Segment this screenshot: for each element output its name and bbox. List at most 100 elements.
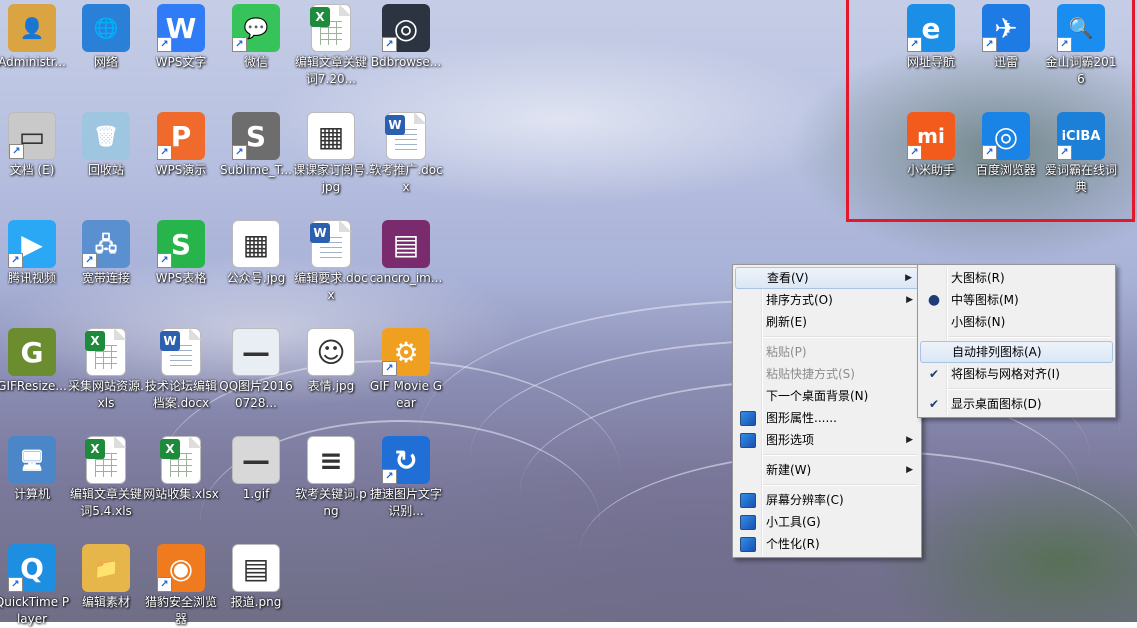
- desktop-icon[interactable]: 🗑 回收站: [68, 108, 144, 179]
- desktop-icon[interactable]: W 软考推广.docx: [368, 108, 444, 196]
- context-menu-item[interactable]: 刷新(E): [735, 311, 919, 333]
- desktop-icon[interactable]: ▦ 公众号.jpg: [218, 216, 294, 287]
- desktop-icon-label: 课课家订阅号.jpg: [293, 163, 369, 194]
- context-menu-item[interactable]: 粘贴(P): [735, 341, 919, 363]
- excel-file-icon: X: [85, 328, 126, 376]
- graphics-options-icon: [740, 433, 756, 448]
- desktop-icon-label: 公众号.jpg: [226, 271, 286, 285]
- checkmark-icon: ✔: [928, 397, 940, 411]
- desktop-icon-label: 网络: [93, 55, 118, 69]
- context-menu-item[interactable]: 图形选项 ▶: [735, 429, 919, 451]
- context-menu-item[interactable]: 个性化(R): [735, 533, 919, 555]
- desktop-icon[interactable]: 💬 ↗ 微信: [218, 0, 294, 71]
- context-menu-label: 小工具(G): [766, 515, 821, 529]
- desktop-icon[interactable]: S ↗ WPS表格: [143, 216, 219, 287]
- desktop-icon[interactable]: X 编辑文章关键词5.4.xls: [68, 432, 144, 520]
- qr-image-icon: ▦: [307, 112, 355, 160]
- context-menu-label: 个性化(R): [766, 537, 820, 551]
- folder-icon: 📁: [82, 544, 130, 592]
- word-file-icon: W: [310, 220, 351, 268]
- desktop-icon-label: 文档 (E): [9, 163, 55, 177]
- desktop-icon[interactable]: ◎ ↗ Bdbrowse...: [368, 0, 444, 71]
- desktop-icon-label: 编辑素材: [81, 595, 130, 609]
- context-menu-item[interactable]: 粘贴快捷方式(S): [735, 363, 919, 385]
- desktop-icon-label: Bdbrowse...: [370, 55, 442, 69]
- desktop-icon[interactable]: W 编辑要求.docx: [293, 216, 369, 304]
- view-submenu-item[interactable]: ● 中等图标(M): [920, 289, 1113, 311]
- desktop-icon[interactable]: G GIFResize...: [0, 324, 70, 395]
- submenu-arrow-icon: ▶: [905, 273, 912, 283]
- desktop-icon[interactable]: — QQ图片20160728...: [218, 324, 294, 412]
- desktop-icon-label: 1.gif: [242, 487, 270, 501]
- gif-file-icon: —: [232, 436, 280, 484]
- desktop-icon[interactable]: e ↗ 网址导航: [893, 0, 969, 71]
- desktop-icon[interactable]: X 编辑文章关键词7.20...: [293, 0, 369, 88]
- shortcut-arrow-icon: ↗: [232, 37, 247, 52]
- desktop-icon-label: 回收站: [87, 163, 124, 177]
- desktop-icon[interactable]: ☺ 表情.jpg: [293, 324, 369, 395]
- context-menu-item[interactable]: 小工具(G): [735, 511, 919, 533]
- desktop-icon[interactable]: ⚙ ↗ GIF Movie Gear: [368, 324, 444, 412]
- desktop-icon[interactable]: ▦ 课课家订阅号.jpg: [293, 108, 369, 196]
- desktop-icon-label: 金山词霸2016: [1045, 55, 1117, 86]
- desktop-icon[interactable]: ▶ ↗ 腾讯视频: [0, 216, 70, 287]
- wps-presentation-icon: P ↗: [157, 112, 205, 160]
- desktop-icon[interactable]: — 1.gif: [218, 432, 294, 503]
- desktop-icon[interactable]: iCIBA ↗ 爱词霸在线词典: [1043, 108, 1119, 196]
- desktop-icon[interactable]: X 采集网站资源.xls: [68, 324, 144, 412]
- context-menu-item[interactable]: 下一个桌面背景(N): [735, 385, 919, 407]
- desktop-icon[interactable]: ✈ ↗ 迅雷: [968, 0, 1044, 71]
- context-menu-item[interactable]: 新建(W) ▶: [735, 459, 919, 481]
- view-submenu-label: 自动排列图标(A): [952, 345, 1042, 359]
- desktop-icon-label: GIFResize...: [0, 379, 67, 393]
- desktop-icon[interactable]: P ↗ WPS演示: [143, 108, 219, 179]
- view-submenu-item[interactable]: ✔ 显示桌面图标(D): [920, 393, 1113, 415]
- desktop-icon[interactable]: 🌐 网络: [68, 0, 144, 71]
- liebao-browser-icon: ◉ ↗: [157, 544, 205, 592]
- context-menu-item[interactable]: 屏幕分辨率(C): [735, 489, 919, 511]
- context-menu-item[interactable]: 图形属性......: [735, 407, 919, 429]
- desktop-icon[interactable]: 🖥 计算机: [0, 432, 70, 503]
- desktop-icon[interactable]: ↻ ↗ 捷速图片文字识别...: [368, 432, 444, 520]
- menu-separator: [948, 336, 1111, 338]
- desktop-icon[interactable]: ▤ 报道.png: [218, 540, 294, 611]
- desktop-icon-label: Sublime_T...: [220, 163, 292, 177]
- desktop-icon[interactable]: 🔍 ↗ 金山词霸2016: [1043, 0, 1119, 88]
- desktop-icon[interactable]: X 网站收集.xlsx: [143, 432, 219, 503]
- desktop-icon[interactable]: Q ↗ QuickTime Player: [0, 540, 70, 628]
- drive-icon: ▭ ↗: [8, 112, 56, 160]
- iciba-icon: iCIBA ↗: [1057, 112, 1105, 160]
- desktop-icon-label: 百度浏览器: [975, 163, 1036, 177]
- desktop-icon[interactable]: ▤ cancro_im...: [368, 216, 444, 287]
- desktop-icon[interactable]: 🖧 ↗ 宽带连接: [68, 216, 144, 287]
- desktop-icon-label: 软考关键词.png: [295, 487, 367, 518]
- shortcut-arrow-icon: ↗: [9, 144, 24, 159]
- desktop-context-menu: 查看(V) ▶ 排序方式(O) ▶ 刷新(E) 粘贴(P) 粘贴快捷方式(S) 下一个桌面背景…: [732, 264, 922, 558]
- submenu-arrow-icon: ▶: [906, 435, 913, 445]
- image-file-icon: —: [232, 328, 280, 376]
- kingsoft-dict-icon: 🔍 ↗: [1057, 4, 1105, 52]
- view-submenu-item[interactable]: ✔ 将图标与网格对齐(I): [920, 363, 1113, 385]
- desktop-icon[interactable]: 📁 编辑素材: [68, 540, 144, 611]
- desktop-icon[interactable]: ◉ ↗ 猎豹安全浏览器: [143, 540, 219, 628]
- desktop-icon[interactable]: ≡ 软考关键词.png: [293, 432, 369, 520]
- desktop-icon[interactable]: S ↗ Sublime_T...: [218, 108, 294, 179]
- checkmark-icon: ✔: [928, 367, 940, 381]
- qr-image-icon: ▦: [232, 220, 280, 268]
- desktop-icon-label: 计算机: [13, 487, 50, 501]
- desktop-icon[interactable]: mi ↗ 小米助手: [893, 108, 969, 179]
- context-menu-item[interactable]: 查看(V) ▶: [735, 267, 919, 289]
- shortcut-arrow-icon: ↗: [157, 577, 172, 592]
- view-submenu-item[interactable]: 大图标(R): [920, 267, 1113, 289]
- desktop-icon[interactable]: W 技术论坛编辑档案.docx: [143, 324, 219, 412]
- desktop-icon[interactable]: 👤 Administr...: [0, 0, 70, 71]
- desktop-icon[interactable]: ◎ ↗ 百度浏览器: [968, 108, 1044, 179]
- desktop-icon[interactable]: W ↗ WPS文字: [143, 0, 219, 71]
- view-submenu-item[interactable]: 自动排列图标(A): [920, 341, 1113, 363]
- context-menu-item[interactable]: 排序方式(O) ▶: [735, 289, 919, 311]
- view-submenu-item[interactable]: 小图标(N): [920, 311, 1113, 333]
- desktop-icon-label: 爱词霸在线词典: [1044, 163, 1117, 194]
- ie-browser-icon: e ↗: [907, 4, 955, 52]
- desktop-icon-label: 编辑要求.docx: [294, 271, 368, 302]
- desktop-icon[interactable]: ▭ ↗ 文档 (E): [0, 108, 70, 179]
